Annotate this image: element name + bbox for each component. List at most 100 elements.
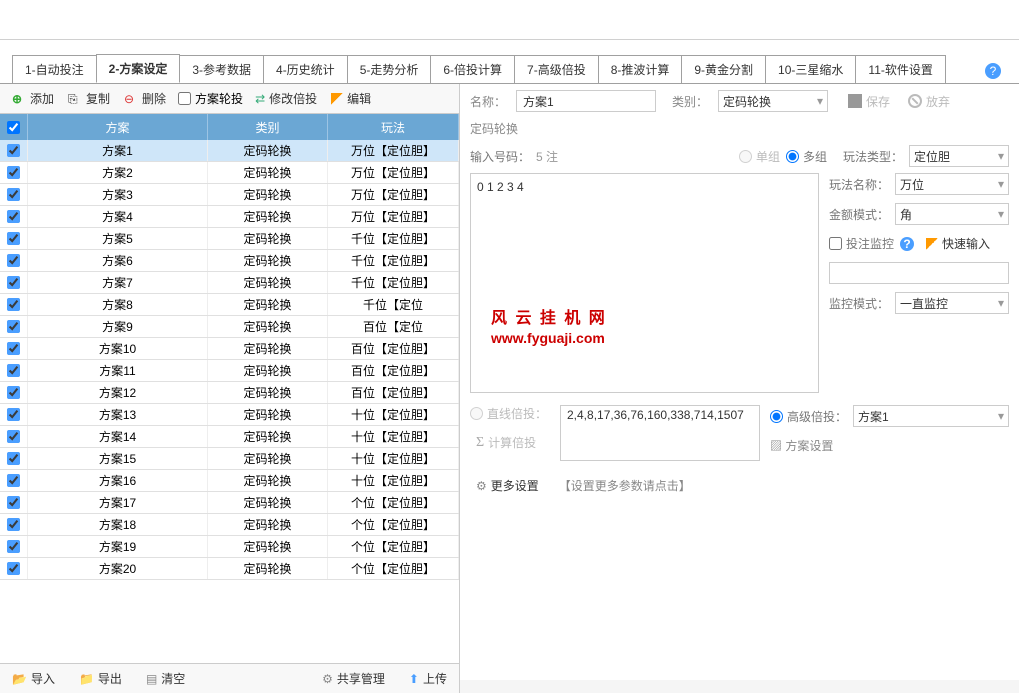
multi-radio-wrap[interactable]: 多组 [786,148,827,165]
table-row[interactable]: 方案1定码轮换万位【定位胆】 [0,140,459,162]
row-checkbox-cell[interactable] [0,228,28,249]
row-checkbox-cell[interactable] [0,162,28,183]
row-checkbox[interactable] [7,254,20,267]
upload-button[interactable]: ⬆上传 [403,668,453,689]
help-small-icon[interactable]: ? [900,237,914,251]
row-checkbox-cell[interactable] [0,206,28,227]
row-checkbox[interactable] [7,452,20,465]
add-button[interactable]: ⊕ 添加 [6,88,60,109]
tab-4[interactable]: 5-走势分析 [347,55,432,83]
table-row[interactable]: 方案17定码轮换个位【定位胆】 [0,492,459,514]
clear-button[interactable]: ▤清空 [140,668,191,689]
select-all-checkbox[interactable] [7,121,20,134]
discard-button[interactable]: 放弃 [902,91,956,112]
table-row[interactable]: 方案14定码轮换十位【定位胆】 [0,426,459,448]
row-checkbox-cell[interactable] [0,404,28,425]
tab-2[interactable]: 3-参考数据 [179,55,264,83]
table-row[interactable]: 方案12定码轮换百位【定位胆】 [0,382,459,404]
row-checkbox[interactable] [7,540,20,553]
row-checkbox[interactable] [7,144,20,157]
rotate-checkbox-wrap[interactable]: 方案轮投 [178,90,243,107]
tab-5[interactable]: 6-倍投计算 [430,55,515,83]
tab-8[interactable]: 9-黄金分割 [681,55,766,83]
cat-select[interactable]: 定码轮换 [718,90,828,112]
copy-button[interactable]: ⎘ 复制 [62,88,116,109]
row-checkbox-cell[interactable] [0,338,28,359]
tab-0[interactable]: 1-自动投注 [12,55,97,83]
table-row[interactable]: 方案13定码轮换十位【定位胆】 [0,404,459,426]
row-checkbox-cell[interactable] [0,448,28,469]
row-checkbox[interactable] [7,210,20,223]
adv-mult-radio-wrap[interactable]: 高级倍投： [770,408,847,425]
adv-mult-select[interactable]: 方案1 [853,405,1009,427]
help-icon[interactable]: ? [985,63,1001,79]
row-checkbox-cell[interactable] [0,360,28,381]
header-plan[interactable]: 方案 [28,114,208,140]
row-checkbox-cell[interactable] [0,316,28,337]
table-row[interactable]: 方案6定码轮换千位【定位胆】 [0,250,459,272]
row-checkbox-cell[interactable] [0,558,28,579]
row-checkbox[interactable] [7,276,20,289]
row-checkbox[interactable] [7,298,20,311]
share-button[interactable]: 共享管理 [316,668,391,689]
table-row[interactable]: 方案8定码轮换千位【定位 [0,294,459,316]
multi-radio[interactable] [786,150,799,163]
numbers-textarea[interactable]: 0 1 2 3 4 风 云 挂 机 网 www.fyguaji.com [470,173,819,393]
row-checkbox[interactable] [7,496,20,509]
table-row[interactable]: 方案20定码轮换个位【定位胆】 [0,558,459,580]
table-row[interactable]: 方案2定码轮换万位【定位胆】 [0,162,459,184]
monitor-mode-select[interactable]: 一直监控 [895,292,1009,314]
tab-6[interactable]: 7-高级倍投 [514,55,599,83]
row-checkbox-cell[interactable] [0,294,28,315]
row-checkbox-cell[interactable] [0,140,28,161]
row-checkbox-cell[interactable] [0,382,28,403]
table-row[interactable]: 方案15定码轮换十位【定位胆】 [0,448,459,470]
row-checkbox[interactable] [7,364,20,377]
table-row[interactable]: 方案19定码轮换个位【定位胆】 [0,536,459,558]
tab-10[interactable]: 11-软件设置 [855,55,945,83]
plan-settings-link[interactable]: ▨ 方案设置 [770,437,1009,454]
play-type-select[interactable]: 定位胆 [909,145,1009,167]
row-checkbox-cell[interactable] [0,514,28,535]
bet-monitor-checkbox[interactable] [829,237,842,250]
row-checkbox[interactable] [7,474,20,487]
row-checkbox[interactable] [7,386,20,399]
row-checkbox[interactable] [7,188,20,201]
row-checkbox-cell[interactable] [0,470,28,491]
bet-monitor-wrap[interactable]: 投注监控 [829,235,894,252]
row-checkbox[interactable] [7,166,20,179]
tab-7[interactable]: 8-推波计算 [598,55,683,83]
header-checkbox-cell[interactable] [0,114,28,140]
row-checkbox-cell[interactable] [0,250,28,271]
amount-mode-select[interactable]: 角 [895,203,1009,225]
row-checkbox-cell[interactable] [0,272,28,293]
rotate-checkbox[interactable] [178,92,191,105]
table-row[interactable]: 方案5定码轮换千位【定位胆】 [0,228,459,250]
straight-mult-textarea[interactable] [560,405,760,461]
row-checkbox[interactable] [7,562,20,575]
table-row[interactable]: 方案18定码轮换个位【定位胆】 [0,514,459,536]
export-button[interactable]: 📁导出 [73,668,128,689]
tab-1[interactable]: 2-方案设定 [96,54,181,83]
name-input[interactable] [516,90,656,112]
play-name-select[interactable]: 万位 [895,173,1009,195]
table-row[interactable]: 方案16定码轮换十位【定位胆】 [0,470,459,492]
header-category[interactable]: 类别 [208,114,328,140]
table-row[interactable]: 方案4定码轮换万位【定位胆】 [0,206,459,228]
table-row[interactable]: 方案10定码轮换百位【定位胆】 [0,338,459,360]
row-checkbox[interactable] [7,232,20,245]
import-button[interactable]: 📂导入 [6,668,61,689]
tab-9[interactable]: 10-三星缩水 [765,55,856,83]
row-checkbox[interactable] [7,320,20,333]
adv-mult-radio[interactable] [770,410,783,423]
row-checkbox-cell[interactable] [0,492,28,513]
monitor-input[interactable] [829,262,1009,284]
quick-input-button[interactable]: 快速输入 [920,233,996,254]
tab-3[interactable]: 4-历史统计 [263,55,348,83]
more-settings-button[interactable]: 更多设置 [470,475,545,496]
row-checkbox-cell[interactable] [0,184,28,205]
table-row[interactable]: 方案7定码轮换千位【定位胆】 [0,272,459,294]
header-play[interactable]: 玩法 [328,114,459,140]
table-row[interactable]: 方案9定码轮换百位【定位 [0,316,459,338]
row-checkbox[interactable] [7,518,20,531]
